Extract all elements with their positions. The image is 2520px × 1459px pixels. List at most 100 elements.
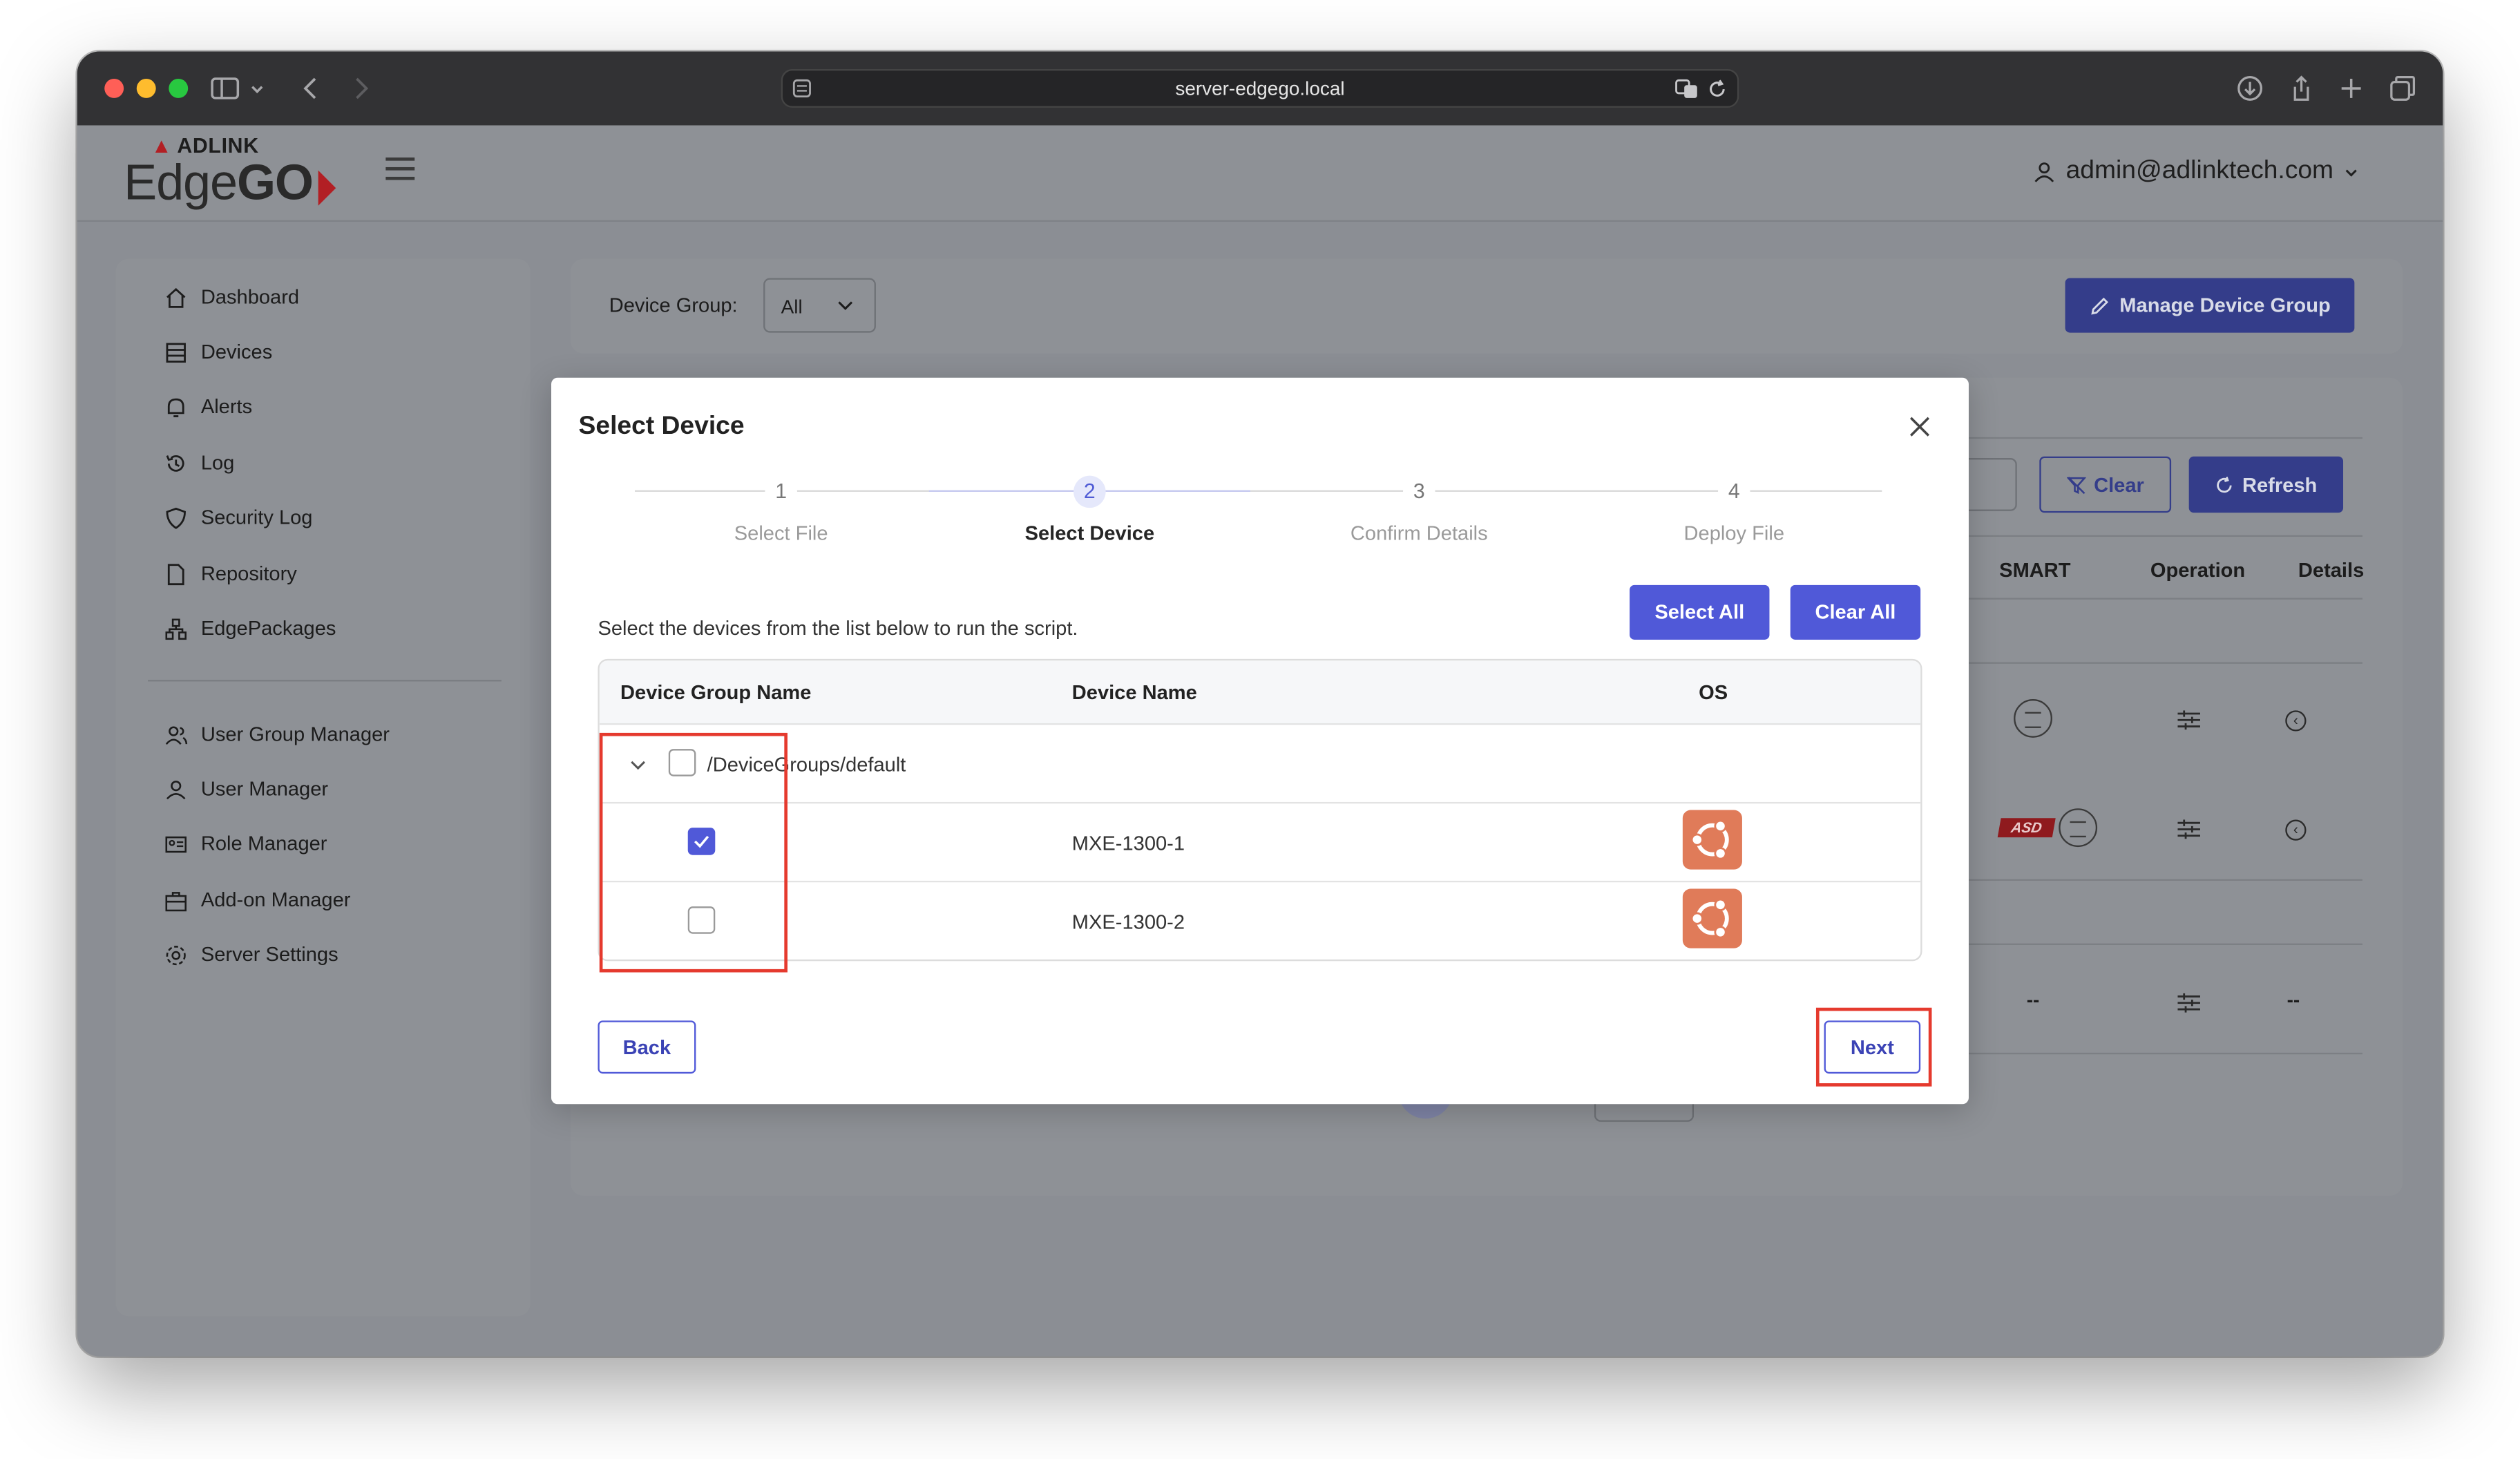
next-button[interactable]: Next xyxy=(1824,1020,1921,1074)
column-header-device-name: Device Name xyxy=(1071,681,1197,705)
id-card-icon xyxy=(165,835,187,852)
column-header-device-group-name: Device Group Name xyxy=(620,681,812,705)
sidebar-item-dashboard[interactable]: Dashboard xyxy=(164,283,299,312)
devices-icon xyxy=(166,342,186,362)
sidebar-divider xyxy=(148,680,502,682)
clear-filter-button[interactable]: Clear xyxy=(2039,456,2172,513)
sidebar-item-security-log[interactable]: Security Log xyxy=(164,503,312,532)
column-header-operation: Operation xyxy=(2150,559,2246,582)
step-4-label: Deploy File xyxy=(1683,522,1785,545)
sidebar-item-repository[interactable]: Repository xyxy=(164,560,297,589)
shield-icon xyxy=(166,506,186,528)
chevron-down-icon[interactable] xyxy=(247,73,267,105)
reload-icon[interactable] xyxy=(1707,79,1728,99)
operation-sliders-icon[interactable] xyxy=(2177,710,2200,730)
refresh-button[interactable]: Refresh xyxy=(2188,456,2344,513)
back-button[interactable]: Back xyxy=(598,1020,696,1074)
file-icon xyxy=(167,563,184,584)
step-2-label: Select Device xyxy=(1024,522,1155,545)
column-header-details: Details xyxy=(2298,559,2365,582)
device-table: Device Group Name Device Name OS /Device… xyxy=(598,658,1922,962)
table-divider xyxy=(1923,879,2362,881)
sidebar-toggle-icon[interactable] xyxy=(209,73,241,105)
operation-sliders-icon[interactable] xyxy=(2177,819,2200,839)
home-icon xyxy=(166,287,186,307)
edgego-logo[interactable]: EdgeGO xyxy=(124,154,314,212)
history-icon xyxy=(166,454,184,471)
filter-clear-icon xyxy=(2066,475,2086,493)
sidebar-item-log[interactable]: Log xyxy=(164,448,234,477)
row-divider xyxy=(599,801,1921,804)
details-chevron-icon[interactable]: ‹ xyxy=(2285,819,2307,841)
logo-arrow-icon xyxy=(318,170,336,206)
operation-sliders-icon[interactable] xyxy=(2177,993,2200,1013)
instruction-text: Select the devices from the list below t… xyxy=(598,617,1078,640)
column-header-os: OS xyxy=(1699,681,1728,705)
details-chevron-icon[interactable]: ‹ xyxy=(2285,710,2307,732)
briefcase-icon xyxy=(165,890,187,911)
table-divider xyxy=(1923,535,2362,537)
sidebar-item-user-group-manager[interactable]: User Group Manager xyxy=(164,720,390,749)
clear-all-button[interactable]: Clear All xyxy=(1790,584,1921,640)
smart-status-icon[interactable] xyxy=(2059,808,2098,848)
step-1-number: 1 xyxy=(765,475,797,508)
ubuntu-icon xyxy=(1682,888,1742,948)
close-icon[interactable] xyxy=(1908,414,1932,439)
tab-overview-icon[interactable] xyxy=(2387,73,2419,105)
column-header-smart: SMART xyxy=(1999,559,2071,582)
table-header: Device Group Name Device Name OS xyxy=(599,660,1921,725)
new-tab-icon[interactable] xyxy=(2335,73,2367,105)
gear-icon xyxy=(166,944,186,965)
modal-title: Select Device xyxy=(578,412,745,441)
refresh-icon xyxy=(2217,475,2233,493)
select-device-modal: Select Device 1 Select File 2 Select Dev… xyxy=(551,377,1969,1105)
sidebar: Dashboard Devices Alerts Log Security Lo… xyxy=(115,258,531,1317)
table-divider xyxy=(1923,943,2362,945)
share-icon[interactable] xyxy=(2285,73,2318,105)
chevron-down-icon xyxy=(838,301,853,310)
hamburger-menu-icon[interactable] xyxy=(385,157,415,180)
device-name: MXE-1300-1 xyxy=(1071,832,1185,855)
sidebar-item-user-manager[interactable]: User Manager xyxy=(164,774,328,803)
close-window-button[interactable] xyxy=(104,78,124,98)
translate-icon[interactable] xyxy=(1674,79,1699,99)
step-3-label: Confirm Details xyxy=(1350,522,1488,545)
chevron-down-icon xyxy=(2345,169,2357,177)
url-text: server-edgego.local xyxy=(1175,77,1345,100)
device-group-select[interactable]: All xyxy=(763,278,876,333)
user-group-icon xyxy=(165,725,188,744)
bell-icon xyxy=(167,397,184,417)
back-arrow-icon[interactable] xyxy=(296,73,328,105)
manage-device-group-button[interactable]: Manage Device Group xyxy=(2065,278,2355,333)
asd-badge-icon: ASD xyxy=(1997,818,2056,838)
table-divider xyxy=(1923,662,2362,664)
address-bar[interactable]: server-edgego.local xyxy=(781,69,1739,108)
maximize-window-button[interactable] xyxy=(169,78,189,98)
step-4-number: 4 xyxy=(1718,475,1750,508)
user-email: admin@adlinktech.com xyxy=(2065,157,2334,185)
smart-status-icon[interactable] xyxy=(2014,699,2052,738)
table-divider xyxy=(1923,598,2362,600)
stepper-track xyxy=(634,490,1882,492)
forward-arrow-icon[interactable] xyxy=(344,73,376,105)
device-group-label: Device Group: xyxy=(609,294,738,317)
sidebar-item-edgepackages[interactable]: EdgePackages xyxy=(164,614,336,643)
users-icon xyxy=(166,779,186,799)
download-icon[interactable] xyxy=(2234,73,2266,105)
ubuntu-icon xyxy=(1682,810,1742,870)
smart-empty-value: -- xyxy=(2026,988,2040,1011)
select-all-button[interactable]: Select All xyxy=(1630,584,1770,640)
app-header: ▲ ADLINK EdgeGO admin@adlinktech.com xyxy=(77,125,2443,222)
minimize-window-button[interactable] xyxy=(136,78,156,98)
browser-window: server-edgego.local ▲ ADLINK EdgeGO admi… xyxy=(77,51,2443,1357)
sidebar-item-server-settings[interactable]: Server Settings xyxy=(164,940,338,969)
sidebar-item-role-manager[interactable]: Role Manager xyxy=(164,829,327,858)
sidebar-item-alerts[interactable]: Alerts xyxy=(164,392,252,421)
sidebar-item-devices[interactable]: Devices xyxy=(164,338,272,367)
device-name: MXE-1300-2 xyxy=(1071,911,1185,934)
packages-icon xyxy=(165,618,187,639)
sidebar-item-addon-manager[interactable]: Add-on Manager xyxy=(164,886,350,915)
user-menu[interactable]: admin@adlinktech.com xyxy=(2034,158,2359,187)
table-divider xyxy=(1923,1052,2362,1055)
row-divider xyxy=(599,880,1921,883)
